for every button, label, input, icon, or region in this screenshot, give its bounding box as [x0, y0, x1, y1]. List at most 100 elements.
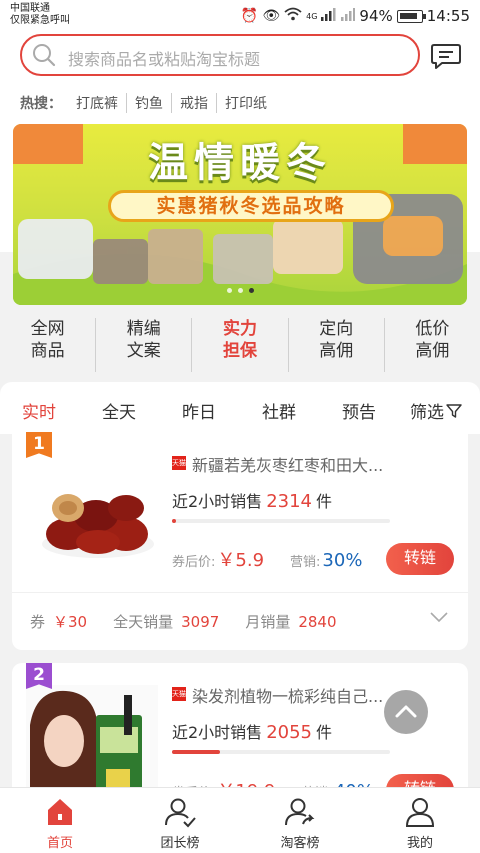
category-label: 高佣 — [415, 341, 450, 361]
nav-home[interactable]: 首页 — [0, 788, 120, 853]
banner-title: 温情暖冬 — [148, 140, 332, 186]
price-value: ￥5.9 — [217, 550, 265, 571]
category-label: 精编 — [126, 319, 161, 339]
category-label: 高佣 — [319, 341, 354, 361]
hot-search-item[interactable]: 戒指 — [171, 93, 216, 113]
product-title[interactable]: 染发剂植物一梳彩纯自己... — [192, 683, 383, 707]
sales-value: 2314 — [266, 491, 312, 512]
battery-percent: 94% — [359, 7, 393, 25]
home-icon — [48, 799, 72, 825]
filter-label: 筛选 — [410, 403, 444, 423]
category-guarantee[interactable]: 实力 担保 — [191, 318, 287, 372]
price-label: 券后价: — [172, 555, 216, 570]
tab-community[interactable]: 社群 — [262, 398, 296, 423]
signal-icon-2 — [341, 7, 356, 25]
message-icon[interactable] — [430, 42, 462, 70]
alarm-icon: ⏰ — [240, 8, 259, 24]
sales-unit: 件 — [316, 723, 333, 742]
status-bar: 中国联通 仅限紧急呼叫 ⏰ 👁 4G 94% 14:55 — [0, 0, 480, 30]
category-label: 文案 — [126, 341, 161, 361]
banner-dot — [226, 288, 232, 293]
nav-label: 团长榜 — [160, 836, 200, 851]
category-label: 商品 — [30, 341, 65, 361]
bottom-nav: 首页 团长榜 淘客榜 我的 — [0, 787, 480, 853]
rank-badge: 1 — [26, 432, 52, 458]
commission-label: 营销: — [290, 555, 321, 570]
category-label: 全网 — [30, 319, 65, 339]
coupon-info: 券 ￥30 — [30, 611, 87, 632]
sales-unit: 件 — [316, 492, 333, 511]
category-label: 低价 — [415, 319, 450, 339]
category-targeted-commission[interactable]: 定向 高佣 — [287, 318, 384, 372]
nav-label: 首页 — [46, 836, 73, 851]
wifi-icon — [284, 7, 302, 25]
hot-search-item[interactable]: 打印纸 — [216, 93, 275, 113]
search-placeholder: 搜索商品名或粘贴淘宝标题 — [68, 50, 261, 69]
tmall-badge: 天猫 — [172, 687, 186, 701]
signal-icon — [321, 7, 337, 25]
emergency-text: 仅限紧急呼叫 — [10, 15, 70, 26]
sales-prefix: 近2小时销售 — [172, 723, 263, 742]
tmall-badge: 天猫 — [172, 456, 186, 470]
category-nav: 全网 商品 精编 文案 实力 担保 定向 高佣 低价 高佣 — [0, 318, 480, 372]
tab-yesterday[interactable]: 昨日 — [182, 398, 216, 423]
clock: 14:55 — [426, 7, 470, 25]
hot-search-item[interactable]: 打底裤 — [72, 93, 126, 113]
sales-value: 2055 — [266, 722, 312, 743]
profile-icon — [405, 798, 435, 827]
category-label: 担保 — [223, 341, 257, 361]
category-label: 定向 — [319, 319, 354, 339]
filter-icon — [446, 403, 462, 418]
product-title[interactable]: 新疆若羌灰枣红枣和田大... — [192, 452, 383, 476]
monthly-sales-value: 2840 — [298, 613, 337, 631]
chevron-up-icon — [395, 705, 417, 718]
nav-mine[interactable]: 我的 — [360, 788, 480, 853]
filter-button[interactable]: 筛选 — [410, 398, 462, 423]
category-copywriting[interactable]: 精编 文案 — [95, 318, 191, 372]
eye-icon: 👁 — [262, 8, 281, 24]
tab-realtime[interactable]: 实时 — [22, 398, 56, 423]
category-all-products[interactable]: 全网 商品 — [0, 318, 95, 372]
carrier-name: 中国联通 — [10, 3, 50, 14]
sales-line: 近2小时销售 2314 件 — [172, 488, 332, 512]
price-row: 券后价: ￥5.9 营销: 30% — [172, 546, 362, 572]
chevron-down-icon[interactable] — [430, 611, 448, 623]
sales-progress-fill — [172, 519, 177, 523]
coupon-value: ￥30 — [53, 613, 88, 631]
commission-value: 30% — [322, 550, 363, 571]
hot-search-item[interactable]: 钓鱼 — [126, 93, 171, 113]
tab-all-day[interactable]: 全天 — [102, 398, 136, 423]
promo-banner[interactable]: 温情暖冬 实惠猪秋冬选品攻略 — [13, 124, 467, 305]
daily-sales-value: 3097 — [181, 613, 220, 631]
carrier-info: 中国联通 仅限紧急呼叫 — [10, 3, 70, 27]
banner-pagination — [13, 288, 467, 293]
nav-leader-board[interactable]: 团长榜 — [120, 788, 240, 853]
status-indicators: ⏰ 👁 4G 94% 14:55 — [241, 7, 470, 25]
search-icon — [33, 44, 56, 67]
sales-prefix: 近2小时销售 — [172, 492, 263, 511]
sales-progress — [172, 519, 390, 523]
banner-dot — [237, 288, 243, 293]
back-to-top-button[interactable] — [384, 690, 428, 734]
sales-line: 近2小时销售 2055 件 — [172, 719, 332, 743]
hot-search-row: 热搜： 打底裤 钓鱼 戒指 打印纸 — [20, 93, 275, 113]
time-tabs: 实时 全天 昨日 社群 预告 筛选 — [0, 382, 480, 434]
monthly-sales-label: 月销量 — [245, 613, 291, 631]
banner-subtitle: 实惠猪秋冬选品攻略 — [108, 190, 394, 222]
monthly-sales-info: 月销量 2840 — [245, 611, 336, 632]
sales-progress-fill — [172, 750, 220, 754]
search-input[interactable]: 搜索商品名或粘贴淘宝标题 — [20, 34, 420, 76]
share-user-icon — [285, 798, 315, 826]
network-type: 4G — [306, 11, 318, 21]
convert-link-button[interactable]: 转链 — [386, 543, 454, 575]
tab-preview[interactable]: 预告 — [342, 398, 376, 423]
nav-label: 我的 — [406, 836, 433, 851]
nav-label: 淘客榜 — [280, 836, 320, 851]
daily-sales-label: 全天销量 — [113, 613, 174, 631]
nav-affiliate-board[interactable]: 淘客榜 — [240, 788, 360, 853]
category-low-price[interactable]: 低价 高佣 — [383, 318, 480, 372]
sales-progress — [172, 750, 390, 754]
product-card[interactable]: 1 天猫 新疆若羌灰枣红枣和田大... 近2小时销售 2314 件 券后价: ￥5.… — [12, 432, 468, 650]
hot-search-label: 热搜： — [20, 96, 62, 112]
banner-dot-active — [248, 288, 254, 293]
